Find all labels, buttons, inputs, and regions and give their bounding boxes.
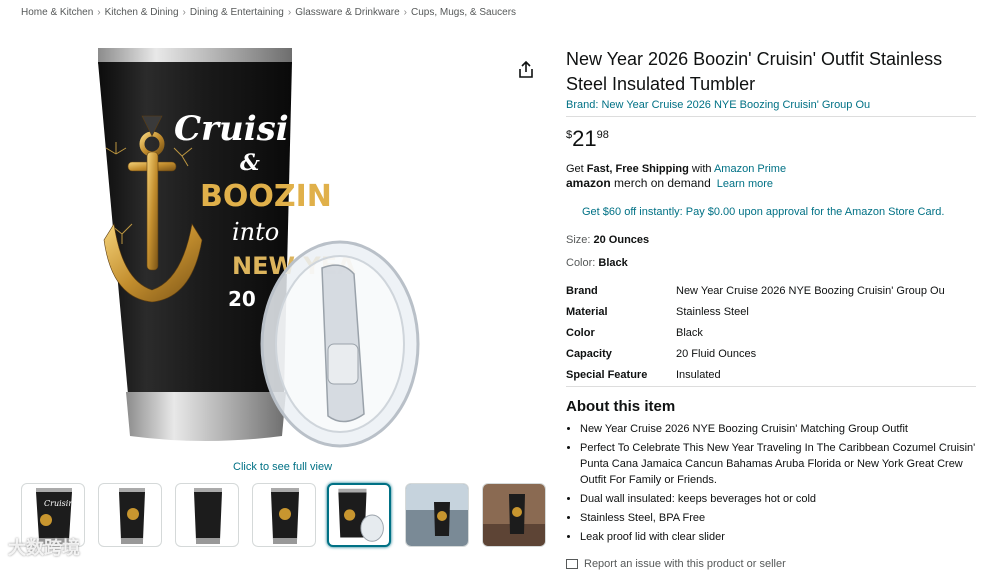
price-symbol: $ — [566, 129, 573, 141]
breadcrumb-separator: › — [182, 7, 186, 18]
about-this-item-list: New Year Cruise 2026 NYE Boozing Cruisin… — [566, 421, 976, 548]
spec-key: Color — [566, 326, 595, 339]
breadcrumb: Home & Kitchen › Kitchen & Dining › Dining &… — [21, 7, 516, 18]
store-card-promo-link[interactable]: Get $60 off instantly: Pay $0.00 upon ap… — [582, 206, 944, 218]
amazon-logo: amazon — [566, 176, 611, 190]
about-bullet: Dual wall insulated: keeps beverages hot… — [580, 491, 976, 507]
thumbnail-6[interactable] — [405, 483, 469, 547]
thumbnail-7[interactable] — [482, 483, 546, 547]
color-value: Black — [598, 257, 628, 269]
thumbnail-4[interactable] — [252, 483, 316, 547]
product-specs-table: Brand New Year Cruise 2026 NYE Boozing Cr… — [566, 280, 945, 385]
breadcrumb-glassware-drinkware[interactable]: Glassware & Drinkware — [295, 7, 399, 18]
spec-row: Special Feature Insulated — [566, 364, 945, 385]
price-fraction: 98 — [596, 129, 609, 141]
breadcrumb-dining-entertaining[interactable]: Dining & Entertaining — [190, 7, 284, 18]
product-title: New Year 2026 Boozin' Cruisin' Outfit St… — [566, 49, 943, 94]
product-details: New Year 2026 Boozin' Cruisin' Outfit St… — [566, 44, 976, 570]
shipping-fast-free: Fast, Free Shipping — [586, 163, 689, 175]
spec-value: Insulated — [676, 368, 721, 381]
thumbnail-5-selected[interactable] — [327, 483, 391, 547]
thumbnail-image — [338, 488, 384, 542]
about-bullet: New Year Cruise 2026 NYE Boozing Cruisin… — [580, 421, 976, 437]
spec-key: Material — [566, 305, 608, 318]
breadcrumb-home-kitchen[interactable]: Home & Kitchen — [21, 7, 93, 18]
share-button[interactable] — [515, 59, 537, 81]
spec-row: Capacity 20 Fluid Ounces — [566, 343, 945, 364]
color-selection: Color: Black — [566, 257, 628, 269]
report-issue-text: Report an issue with this product or sel… — [584, 558, 786, 570]
about-bullet: Perfect To Celebrate This New Year Trave… — [580, 440, 976, 488]
breadcrumb-cups-mugs-saucers[interactable]: Cups, Mugs, & Saucers — [411, 7, 516, 18]
art-text-boozin: BOOZIN — [200, 179, 332, 214]
main-product-image[interactable]: Cruisin & BOOZIN NEW YEA into the 20 — [92, 44, 482, 454]
spec-row: Brand New Year Cruise 2026 NYE Boozing Cr… — [566, 280, 945, 301]
breadcrumb-separator: › — [287, 7, 292, 18]
click-to-see-full-view-link[interactable]: Click to see full view — [233, 461, 332, 473]
divider — [566, 386, 976, 387]
spec-value: 20 Fluid Ounces — [676, 347, 757, 360]
thumbnail-image — [406, 484, 468, 546]
merch-on-demand: amazon merch on demand Learn more — [566, 176, 773, 190]
thumbnail-3[interactable] — [175, 483, 239, 547]
svg-text:Cruisin: Cruisin — [44, 499, 73, 508]
watermark-text: 大数跨境 — [8, 538, 80, 558]
shipping-get: Get — [566, 163, 587, 175]
lid-illustration — [260, 240, 420, 448]
art-text-into-the: into the — [232, 218, 326, 246]
watermark-logo: 大数跨境 — [8, 534, 80, 560]
thumbnail-image — [119, 488, 145, 544]
shipping-with: with — [688, 163, 714, 175]
merch-text: merch on demand — [610, 176, 711, 190]
size-selection: Size: 20 Ounces — [566, 234, 649, 246]
size-value: 20 Ounces — [593, 234, 650, 246]
breadcrumb-separator: › — [403, 7, 408, 18]
spec-value: Stainless Steel — [676, 305, 749, 318]
spec-row: Material Stainless Steel — [566, 301, 945, 322]
breadcrumb-separator: › — [97, 7, 101, 18]
about-bullet: Stainless Steel, BPA Free — [580, 510, 976, 526]
about-this-item-heading: About this item — [566, 398, 676, 415]
spec-key: Capacity — [566, 347, 612, 360]
price: $2198 — [566, 126, 609, 152]
thumbnail-image — [194, 488, 222, 544]
spec-key: Brand — [566, 284, 598, 297]
price-whole: 21 — [572, 126, 597, 151]
color-label: Color: — [566, 257, 599, 269]
breadcrumb-kitchen-dining[interactable]: Kitchen & Dining — [105, 7, 179, 18]
learn-more-link[interactable]: Learn more — [717, 178, 773, 190]
brand-link[interactable]: Brand: New Year Cruise 2026 NYE Boozing … — [566, 99, 976, 111]
share-icon — [519, 60, 533, 78]
flag-icon — [566, 559, 578, 570]
art-text-ampersand: & — [240, 150, 260, 176]
spec-value: New Year Cruise 2026 NYE Boozing Cruisin… — [676, 284, 945, 297]
tumbler-illustration: Cruisin & BOOZIN NEW YEA into the 20 — [98, 48, 420, 448]
about-bullet: Leak proof lid with clear slider — [580, 529, 976, 545]
spec-value: Black — [676, 326, 703, 339]
art-text-cruisin: Cruisin — [174, 109, 313, 149]
spec-key: Special Feature — [566, 368, 648, 381]
shipping-info: Get Fast, Free Shipping with Amazon Prim… — [566, 163, 786, 175]
report-issue-link[interactable]: Report an issue with this product or sel… — [566, 558, 786, 570]
spec-row: Color Black — [566, 322, 945, 343]
divider — [566, 116, 976, 117]
thumbnail-image — [483, 484, 545, 546]
size-label: Size: — [566, 234, 594, 246]
thumbnail-2[interactable] — [98, 483, 162, 547]
amazon-prime-link[interactable]: Amazon Prime — [714, 163, 786, 175]
thumbnail-image — [271, 488, 299, 544]
art-text-year-number: 20 — [228, 287, 256, 311]
